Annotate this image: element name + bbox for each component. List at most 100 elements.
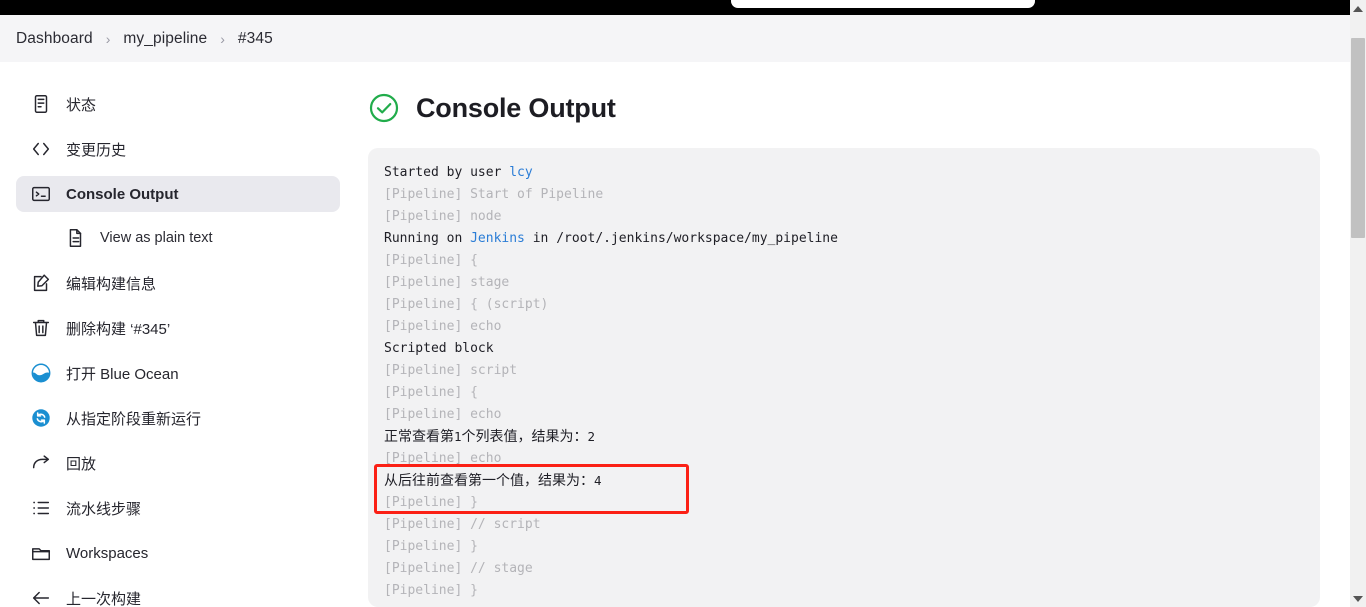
sidebar-item-label: Console Output [66, 185, 179, 203]
sidebar-item-label: 从指定阶段重新运行 [66, 410, 202, 428]
sidebar-item-label: Workspaces [66, 544, 149, 562]
console-log-text: 从后往前查看第一个值，结果为： [384, 473, 594, 489]
sidebar-item-6[interactable]: 打开 Blue Ocean [16, 355, 340, 391]
console-log-line: [Pipeline] node [384, 206, 1320, 228]
code-icon [30, 138, 52, 160]
sidebar-item-11[interactable]: 上一次构建 [16, 580, 340, 607]
console-log-link[interactable]: Jenkins [470, 231, 525, 246]
console-log-line: [Pipeline] Start of Pipeline [384, 184, 1320, 206]
sidebar-item-9[interactable]: 流水线步骤 [16, 490, 340, 526]
console-log-line: Started by user lcy [384, 162, 1320, 184]
sidebar: 状态变更历史 Console Output View as plain text 编辑… [0, 62, 356, 607]
folder-icon [30, 542, 52, 564]
console-log-line: [Pipeline] echo [384, 316, 1320, 338]
console-log-line: [Pipeline] } [384, 580, 1320, 602]
console-log-text: [Pipeline] echo [384, 407, 502, 422]
search-input[interactable] [731, 0, 1035, 8]
console-log-text: Started by user [384, 165, 510, 180]
sidebar-item-0[interactable]: 状态 [16, 86, 340, 122]
console-log-text: [Pipeline] } [384, 583, 478, 598]
blue-ocean-icon [30, 362, 52, 384]
console-log-text: Scripted block [384, 341, 494, 356]
breadcrumb-separator-icon: › [220, 30, 225, 47]
page-title: Console Output [416, 92, 616, 123]
console-log-line: [Pipeline] { [384, 250, 1320, 272]
console-log-line: Scripted block [384, 338, 1320, 360]
scroll-up-arrow-icon[interactable] [1350, 0, 1366, 17]
sidebar-item-8[interactable]: 回放 [16, 445, 340, 481]
check-circle-icon [368, 92, 400, 124]
sidebar-item-label: 回放 [66, 455, 97, 473]
breadcrumb-item-my-pipeline[interactable]: my_pipeline [123, 30, 207, 48]
console-log-text: [Pipeline] // stage [384, 561, 533, 576]
breadcrumb-item-dashboard[interactable]: Dashboard [16, 30, 93, 48]
sidebar-item-label: 编辑构建信息 [66, 275, 157, 293]
console-log-text: 个列表值，结果为： [461, 429, 588, 445]
console-log-line: [Pipeline] script [384, 360, 1320, 382]
sidebar-item-3[interactable]: View as plain text [56, 220, 340, 256]
page-header: Console Output [356, 62, 1350, 124]
sidebar-item-label: 状态 [66, 96, 97, 114]
scroll-down-arrow-icon[interactable] [1350, 590, 1366, 607]
trash-icon [30, 317, 52, 339]
console-log-line: [Pipeline] // stage [384, 558, 1320, 580]
console-log-text: [Pipeline] stage [384, 275, 510, 290]
edit-icon [30, 272, 52, 294]
breadcrumb-separator-icon: › [105, 30, 111, 47]
arrow-left-icon [30, 587, 52, 607]
console-log-text: [Pipeline] echo [384, 451, 502, 466]
console-log-line: [Pipeline] echo [384, 404, 1320, 426]
console-log-text: [Pipeline] node [384, 209, 502, 224]
console-log-line: [Pipeline] // script [384, 514, 1320, 536]
console-log-line: [Pipeline] stage [384, 272, 1320, 294]
console-log-text: [Pipeline] script [384, 363, 518, 378]
console-log-text: [Pipeline] Start of Pipeline [384, 187, 604, 202]
terminal-icon [30, 183, 52, 205]
sidebar-item-7[interactable]: 从指定阶段重新运行 [16, 400, 340, 436]
console-log-line: [Pipeline] { [384, 382, 1320, 404]
console-log-text: [Pipeline] echo [384, 319, 502, 334]
restart-icon [30, 407, 52, 429]
console-log-text: Running on [384, 231, 471, 246]
page-scrollbar[interactable] [1350, 0, 1366, 607]
console-log-text: [Pipeline] { (script) [384, 297, 549, 312]
sidebar-item-label: 打开 Blue Ocean [66, 365, 179, 383]
console-log-line: [Pipeline] } [384, 536, 1320, 558]
console-log-text: 正常查看第 [384, 429, 454, 445]
console-log-line: 正常查看第1个列表值，结果为：2 [384, 426, 1320, 448]
console-output-log[interactable]: Started by user lcy [Pipeline] Start of P… [368, 148, 1320, 607]
console-log-text: [Pipeline] // script [384, 517, 541, 532]
scrollbar-thumb[interactable] [1351, 38, 1365, 238]
breadcrumb: Dashboard › my_pipeline › #345 [0, 15, 1350, 62]
browser-top-bar [0, 0, 1350, 15]
console-log-text: 2 [587, 429, 596, 444]
sidebar-item-1[interactable]: 变更历史 [16, 131, 340, 167]
sidebar-item-label: 上一次构建 [66, 590, 142, 607]
file-text-icon [64, 227, 86, 249]
sidebar-item-4[interactable]: 编辑构建信息 [16, 265, 340, 301]
console-log-line: Running on Jenkins in /root/.jenkins/wor… [384, 228, 1320, 250]
console-log-text: [Pipeline] } [384, 539, 478, 554]
breadcrumb-item-build-number[interactable]: #345 [238, 30, 273, 48]
sidebar-item-label: 流水线步骤 [66, 500, 142, 518]
sidebar-item-5[interactable]: 删除构建 ‘#345’ [16, 310, 340, 346]
steps-icon [30, 497, 52, 519]
sidebar-item-label: 变更历史 [66, 141, 127, 159]
console-log-line: [Pipeline] } [384, 492, 1320, 514]
console-log-text: [Pipeline] { [384, 253, 478, 268]
console-log-text: in /root/.jenkins/workspace/my_pipeline [524, 231, 838, 246]
sidebar-item-10[interactable]: Workspaces [16, 535, 340, 571]
console-log-line: [Pipeline] { (script) [384, 294, 1320, 316]
sidebar-item-label: 删除构建 ‘#345’ [66, 320, 171, 338]
replay-icon [30, 452, 52, 474]
console-log-text: 1 [454, 429, 462, 444]
console-log-link[interactable]: lcy [509, 165, 532, 180]
document-icon [30, 93, 52, 115]
console-log-text: [Pipeline] { [384, 385, 478, 400]
main-content: Console Output Started by user lcy [Pipel… [356, 62, 1350, 607]
console-log-text: [Pipeline] } [384, 495, 478, 510]
console-log-line: 从后往前查看第一个值，结果为：4 [384, 470, 1320, 492]
page-root: Dashboard › my_pipeline › #345 状态变更历史 Con… [0, 0, 1366, 607]
sidebar-item-label: View as plain text [100, 230, 213, 246]
sidebar-item-2[interactable]: Console Output [16, 176, 340, 212]
